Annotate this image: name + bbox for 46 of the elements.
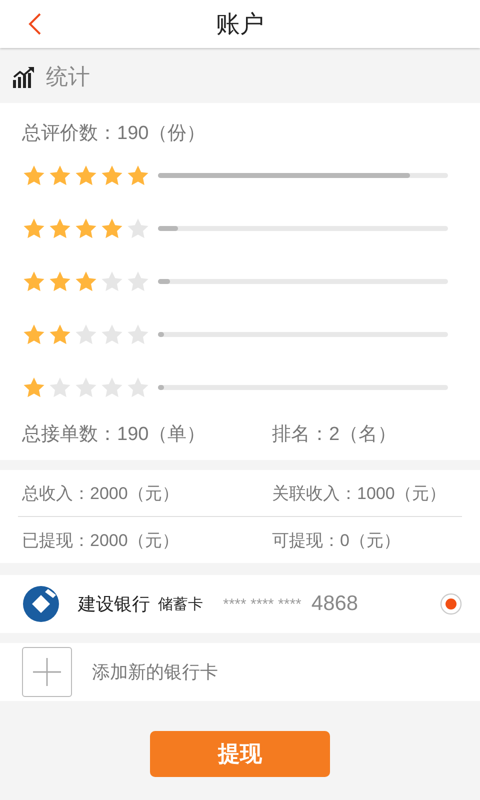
income-stat: 关联收入：1000（元） [268,470,462,517]
plus-icon [33,658,61,686]
star-icon [22,322,46,346]
bank-name: 建设银行 [78,593,150,616]
star-icon [126,164,150,188]
total-reviews: 总评价数：190（份） [22,122,207,146]
star-icon [100,322,124,346]
star-icon [126,376,150,400]
star-icon [22,164,46,188]
chart-icon [12,64,36,88]
add-card-label[interactable]: 添加新的银行卡 [92,660,218,684]
income-stat: 可提现：0（元） [271,530,402,552]
star-icon [100,164,124,188]
star-icon [48,270,72,294]
rank: 排名：2（名） [272,423,397,447]
total-orders: 总接单数：190（单） [22,423,207,447]
section-title: 统计 [46,62,90,90]
star-icon [74,376,98,400]
bank-card-row[interactable]: 建设银行 储蓄卡 **** **** **** 4868 [0,575,480,633]
star-icon [48,164,72,188]
star-icon [100,376,124,400]
star-icon [48,322,72,346]
income-stat: 总收入：2000（元） [18,470,268,517]
card-type: 储蓄卡 [158,594,203,614]
withdraw-button[interactable]: 提现 [150,731,330,777]
star-icon [100,216,124,240]
star-icon [74,270,98,294]
star-icon [74,164,98,188]
star-icon [126,270,150,294]
star-icon [100,270,124,294]
income-stat: 已提现：2000（元） [21,530,180,552]
star-icon [22,216,46,240]
star-icon [48,376,72,400]
star-icon [126,216,150,240]
star-icon [22,270,46,294]
page-title: 账户 [216,10,264,40]
card-number-mask: **** **** **** [223,596,302,612]
star-icon [74,216,98,240]
add-card-button[interactable] [22,647,72,697]
star-icon [74,322,98,346]
star-icon [126,322,150,346]
bank-logo [22,585,60,623]
card-last-digits: 4868 [311,592,360,616]
star-icon [22,376,46,400]
radio-button[interactable] [440,593,462,615]
star-icon [48,216,72,240]
